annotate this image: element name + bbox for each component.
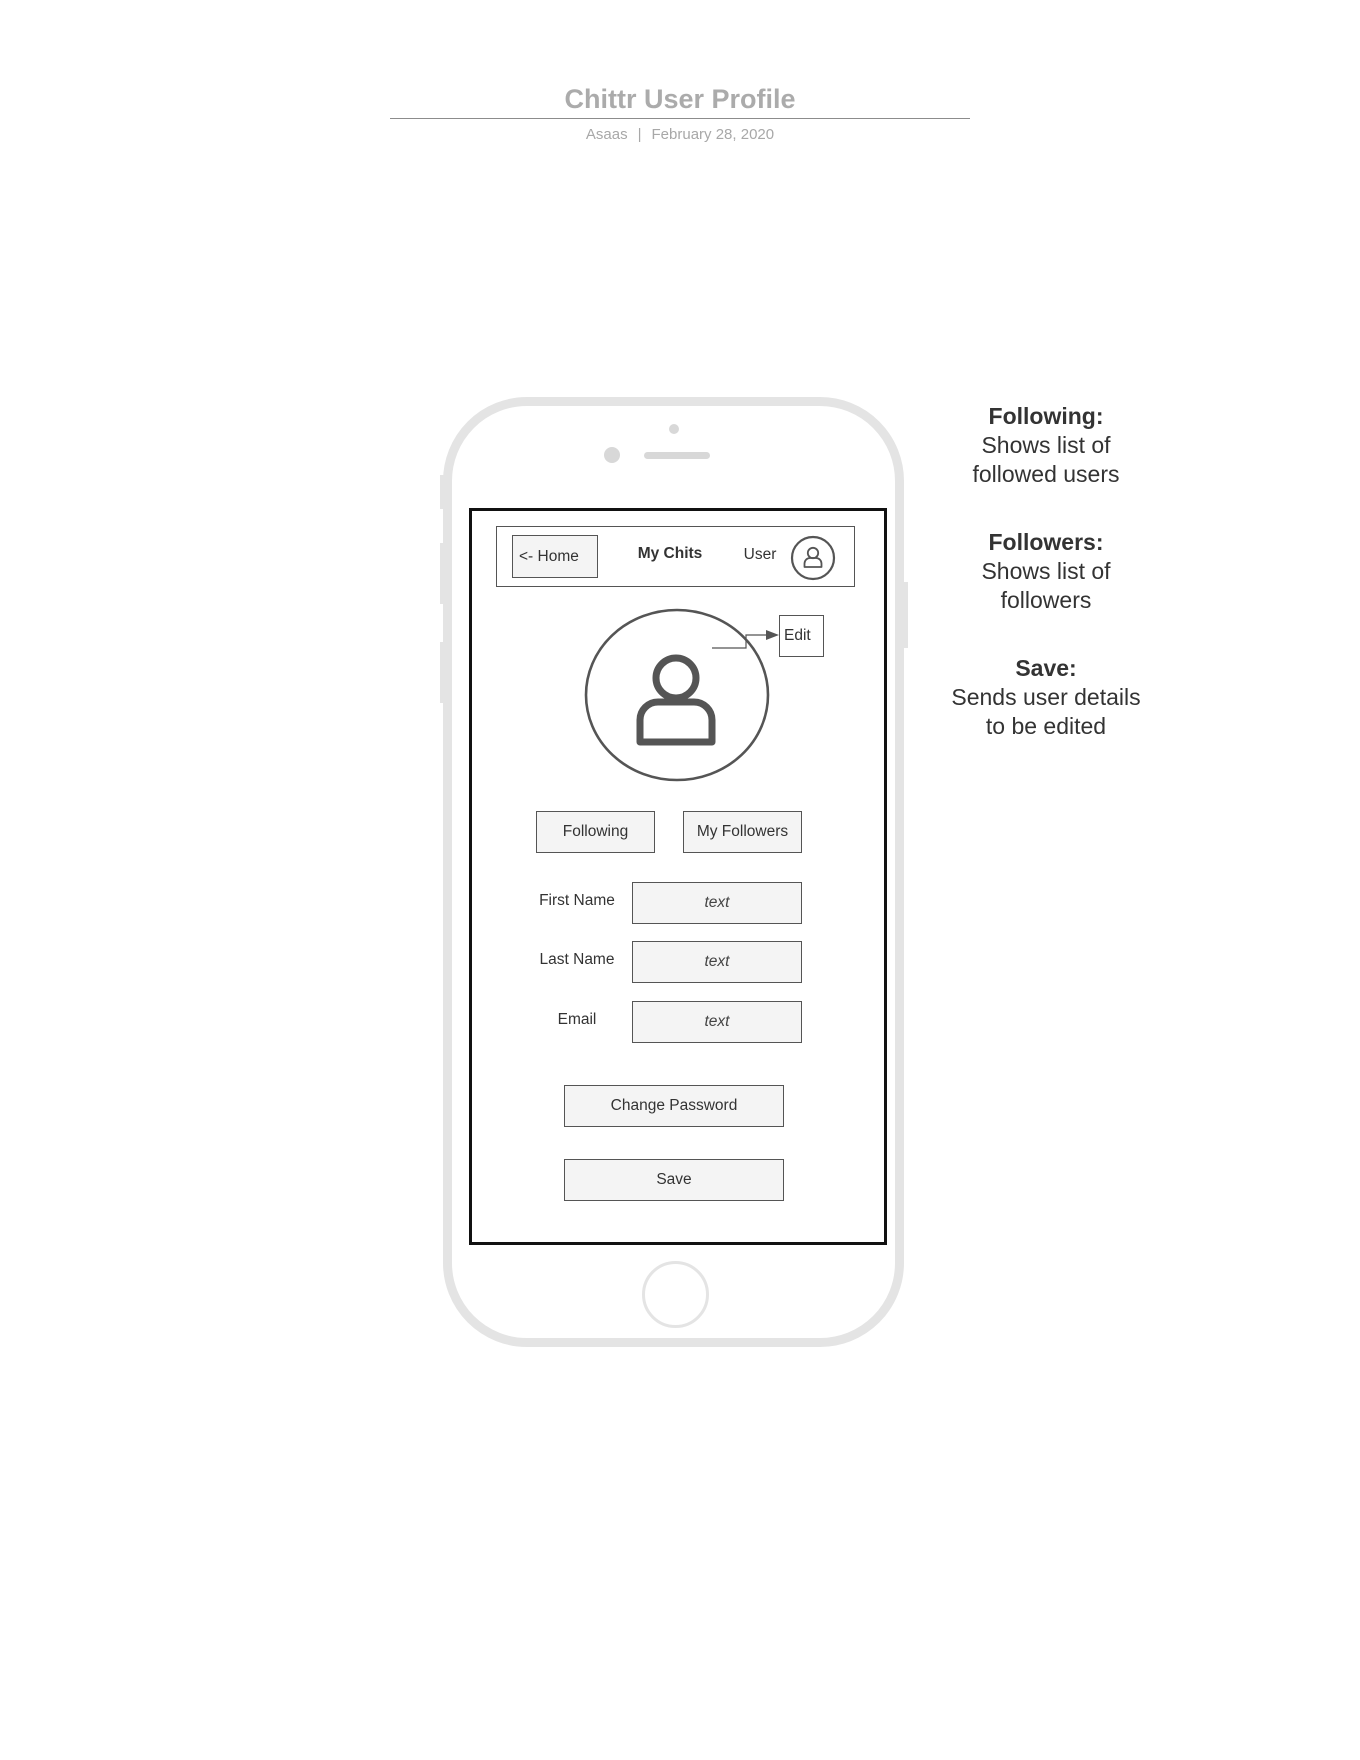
phone-volume-down-button <box>440 642 444 703</box>
phone-power-button <box>904 582 908 648</box>
note-save: Save: Sends user details to be edited <box>936 653 1156 741</box>
note-line: Sends user details <box>951 684 1141 710</box>
save-button[interactable]: Save <box>564 1159 784 1201</box>
email-label: Email <box>557 1011 597 1028</box>
note-followers: Followers: Shows list of followers <box>936 527 1156 615</box>
phone-volume-up-button <box>440 543 444 604</box>
phone-mute-switch <box>440 475 444 509</box>
edit-connector-arrow <box>712 630 779 649</box>
note-heading: Following: <box>988 403 1104 429</box>
following-button[interactable]: Following <box>536 811 655 853</box>
change-password-button[interactable]: Change Password <box>564 1085 784 1127</box>
document-date: February 28, 2020 <box>651 126 775 143</box>
document-author: Asaas <box>585 126 628 143</box>
note-line: Shows list of <box>981 432 1111 458</box>
first-name-field[interactable]: text <box>632 882 802 924</box>
note-heading: Save: <box>1015 655 1077 681</box>
last-name-field[interactable]: text <box>632 941 802 983</box>
user-circle-icon[interactable] <box>790 535 836 581</box>
my-chits-link[interactable]: My Chits <box>620 545 720 563</box>
document-meta: Asaas | February 28, 2020 <box>390 126 970 143</box>
document-title: Chittr User Profile <box>564 84 796 114</box>
home-button[interactable]: <- Home <box>512 535 598 578</box>
note-line: Shows list of <box>981 558 1111 584</box>
user-label: User <box>743 546 777 563</box>
email-field[interactable]: text <box>632 1001 802 1043</box>
proximity-sensor <box>669 424 679 434</box>
my-followers-button[interactable]: My Followers <box>683 811 802 853</box>
edit-button[interactable]: Edit <box>779 615 824 657</box>
meta-separator: | <box>637 126 642 143</box>
note-heading: Followers: <box>988 529 1104 555</box>
phone-home-button[interactable] <box>642 1261 709 1328</box>
earpiece-speaker <box>644 452 710 459</box>
note-following: Following: Shows list of followed users <box>936 401 1156 489</box>
last-name-label: Last Name <box>539 951 615 968</box>
note-line: to be edited <box>985 713 1107 739</box>
first-name-label: First Name <box>539 892 615 909</box>
note-line: followers <box>1000 587 1092 613</box>
note-line: followed users <box>972 461 1120 487</box>
front-camera <box>604 447 620 463</box>
title-divider <box>390 118 970 119</box>
